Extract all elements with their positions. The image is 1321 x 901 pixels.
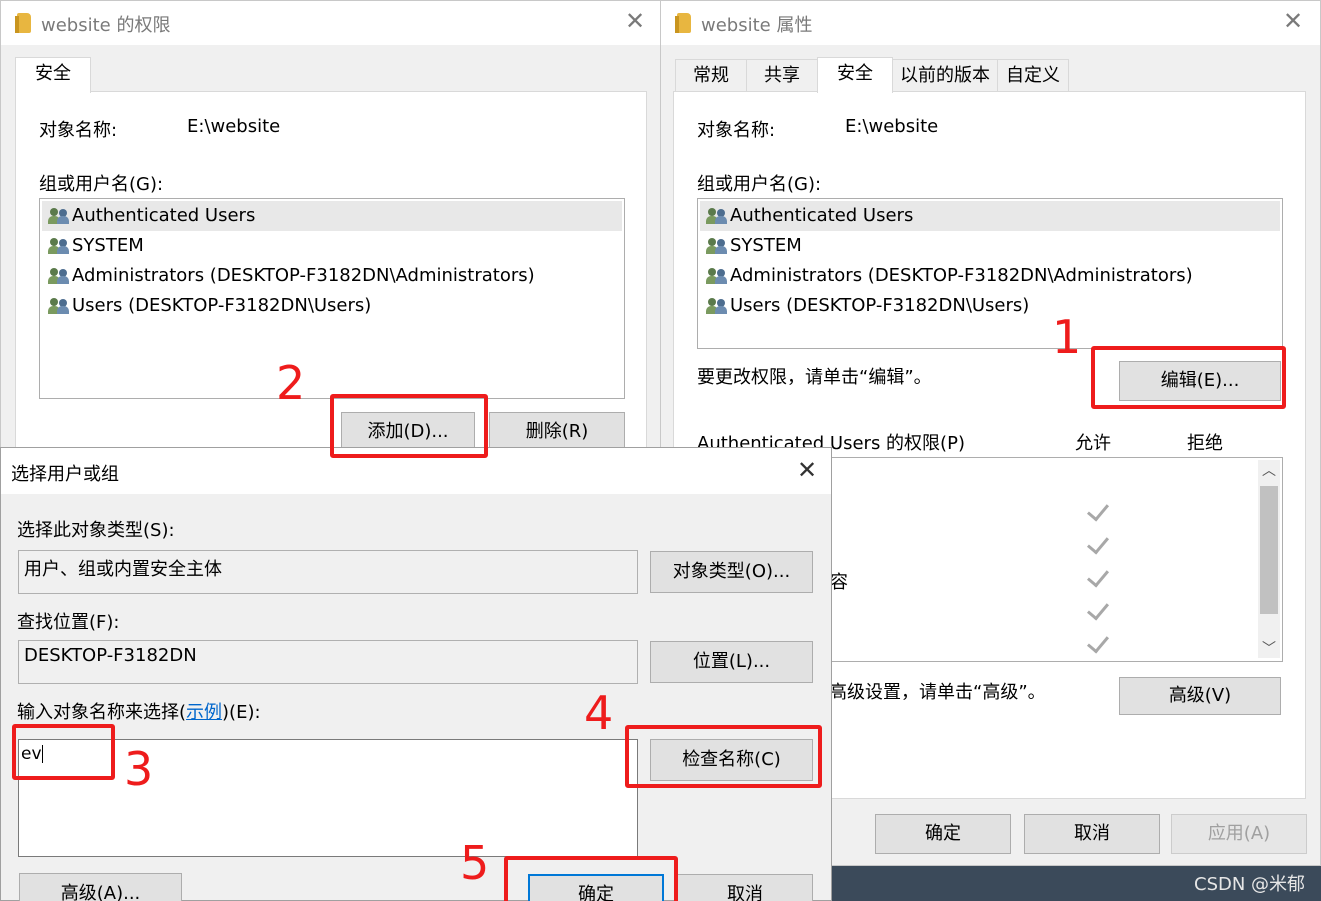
users-icon bbox=[706, 268, 728, 284]
annotation-box-3 bbox=[12, 724, 115, 780]
tab-general[interactable]: 常规 bbox=[675, 59, 747, 93]
scrollbar[interactable]: ︿ ﹀ bbox=[1258, 460, 1280, 658]
annotation-number-3: 3 bbox=[124, 742, 154, 796]
properties-titlebar[interactable]: website 属性 ✕ bbox=[661, 1, 1320, 45]
tab-customize[interactable]: 自定义 bbox=[997, 59, 1069, 93]
apply-button[interactable]: 应用(A) bbox=[1171, 814, 1307, 854]
list-item-label: SYSTEM bbox=[730, 235, 802, 256]
location-label: 查找位置(F): bbox=[17, 612, 120, 633]
allow-header: 允许 bbox=[1075, 433, 1111, 454]
annotation-number-5: 5 bbox=[460, 836, 490, 890]
object-name-label: 对象名称: bbox=[39, 120, 118, 141]
watermark: CSDN @米郁 bbox=[1194, 874, 1306, 895]
advanced-button[interactable]: 高级(A)... bbox=[19, 873, 182, 901]
users-icon bbox=[48, 298, 70, 314]
list-item-label: Administrators (DESKTOP-F3182DN\Administ… bbox=[730, 265, 1193, 286]
close-icon[interactable]: ✕ bbox=[797, 456, 817, 484]
list-item-label: Administrators (DESKTOP-F3182DN\Administ… bbox=[72, 265, 535, 286]
location-field: DESKTOP-F3182DN bbox=[18, 640, 638, 684]
group-label: 组或用户名(G): bbox=[39, 174, 164, 195]
annotation-number-4: 4 bbox=[584, 686, 614, 740]
check-icon bbox=[1086, 630, 1110, 654]
object-name-value: E:\website bbox=[187, 116, 281, 137]
object-type-field: 用户、组或内置安全主体 bbox=[18, 550, 638, 594]
list-item-label: Users (DESKTOP-F3182DN\Users) bbox=[730, 295, 1030, 316]
annotation-number-1: 1 bbox=[1052, 310, 1082, 364]
object-name-label: 对象名称: bbox=[697, 120, 776, 141]
tab-sharing[interactable]: 共享 bbox=[746, 59, 818, 93]
select-dialog-title: 选择用户或组 bbox=[11, 464, 119, 485]
folder-icon bbox=[15, 13, 31, 33]
list-item[interactable]: Administrators (DESKTOP-F3182DN\Administ… bbox=[42, 261, 622, 291]
annotation-box-1 bbox=[1091, 346, 1286, 409]
permission-partial-text: 容 bbox=[830, 572, 848, 593]
list-item[interactable]: SYSTEM bbox=[700, 231, 1280, 261]
users-icon bbox=[48, 238, 70, 254]
edit-hint: 要更改权限，请单击“编辑”。 bbox=[697, 367, 932, 388]
list-item[interactable]: Users (DESKTOP-F3182DN\Users) bbox=[42, 291, 622, 321]
annotation-number-2: 2 bbox=[276, 356, 306, 410]
user-list[interactable]: Authenticated Users SYSTEM Administrator… bbox=[697, 198, 1283, 349]
list-item-label: Authenticated Users bbox=[730, 205, 914, 226]
object-type-label: 选择此对象类型(S): bbox=[17, 520, 175, 541]
list-item-label: Authenticated Users bbox=[72, 205, 256, 226]
remove-button[interactable]: 删除(R) bbox=[489, 412, 625, 452]
check-icon bbox=[1086, 498, 1110, 522]
scroll-thumb[interactable] bbox=[1260, 486, 1278, 614]
group-label: 组或用户名(G): bbox=[697, 174, 822, 195]
tab-security[interactable]: 安全 bbox=[817, 57, 893, 93]
tab-previous-versions[interactable]: 以前的版本 bbox=[892, 59, 998, 93]
tab-security[interactable]: 安全 bbox=[15, 57, 91, 93]
list-item[interactable]: Users (DESKTOP-F3182DN\Users) bbox=[700, 291, 1280, 321]
object-types-button[interactable]: 对象类型(O)... bbox=[650, 551, 813, 593]
users-icon bbox=[48, 268, 70, 284]
list-item[interactable]: Administrators (DESKTOP-F3182DN\Administ… bbox=[700, 261, 1280, 291]
users-icon bbox=[706, 238, 728, 254]
list-item[interactable]: Authenticated Users bbox=[700, 201, 1280, 231]
close-icon[interactable]: ✕ bbox=[625, 7, 645, 35]
close-icon[interactable]: ✕ bbox=[1283, 7, 1303, 35]
annotation-box-4 bbox=[625, 725, 822, 788]
deny-header: 拒绝 bbox=[1187, 433, 1223, 454]
list-item[interactable]: Authenticated Users bbox=[42, 201, 622, 231]
select-users-dialog: 选择用户或组 ✕ 选择此对象类型(S): 用户、组或内置安全主体 对象类型(O)… bbox=[0, 447, 832, 901]
scroll-down-icon[interactable]: ﹀ bbox=[1262, 638, 1276, 658]
annotation-box-5 bbox=[504, 856, 678, 901]
annotation-box-2 bbox=[330, 394, 488, 458]
permissions-titlebar[interactable]: website 的权限 ✕ bbox=[1, 1, 661, 45]
cancel-button[interactable]: 取消 bbox=[677, 874, 813, 901]
scroll-up-icon[interactable]: ︿ bbox=[1262, 460, 1276, 480]
advanced-hint: 高级设置，请单击“高级”。 bbox=[829, 682, 1046, 703]
ok-button[interactable]: 确定 bbox=[875, 814, 1011, 854]
users-icon bbox=[706, 208, 728, 224]
cancel-button[interactable]: 取消 bbox=[1024, 814, 1160, 854]
locations-button[interactable]: 位置(L)... bbox=[650, 641, 813, 683]
advanced-button[interactable]: 高级(V) bbox=[1119, 677, 1281, 715]
users-icon bbox=[48, 208, 70, 224]
enter-names-label-text: 输入对象名称来选择( bbox=[17, 702, 187, 723]
users-icon bbox=[706, 298, 728, 314]
permissions-title: website 的权限 bbox=[41, 15, 171, 36]
check-icon bbox=[1086, 564, 1110, 588]
permissions-window: website 的权限 ✕ 安全 对象名称: E:\website 组或用户名(… bbox=[0, 0, 662, 461]
enter-names-label-suffix: )(E): bbox=[222, 702, 261, 723]
properties-title: website 属性 bbox=[701, 15, 813, 36]
check-icon bbox=[1086, 597, 1110, 621]
list-item-label: SYSTEM bbox=[72, 235, 144, 256]
user-list[interactable]: Authenticated Users SYSTEM Administrator… bbox=[39, 198, 625, 399]
object-name-value: E:\website bbox=[845, 116, 939, 137]
list-item[interactable]: SYSTEM bbox=[42, 231, 622, 261]
enter-names-label: 输入对象名称来选择(示例)(E): bbox=[17, 698, 261, 724]
list-item-label: Users (DESKTOP-F3182DN\Users) bbox=[72, 295, 372, 316]
folder-icon bbox=[675, 13, 691, 33]
check-icon bbox=[1086, 531, 1110, 555]
examples-link[interactable]: 示例 bbox=[186, 702, 222, 723]
